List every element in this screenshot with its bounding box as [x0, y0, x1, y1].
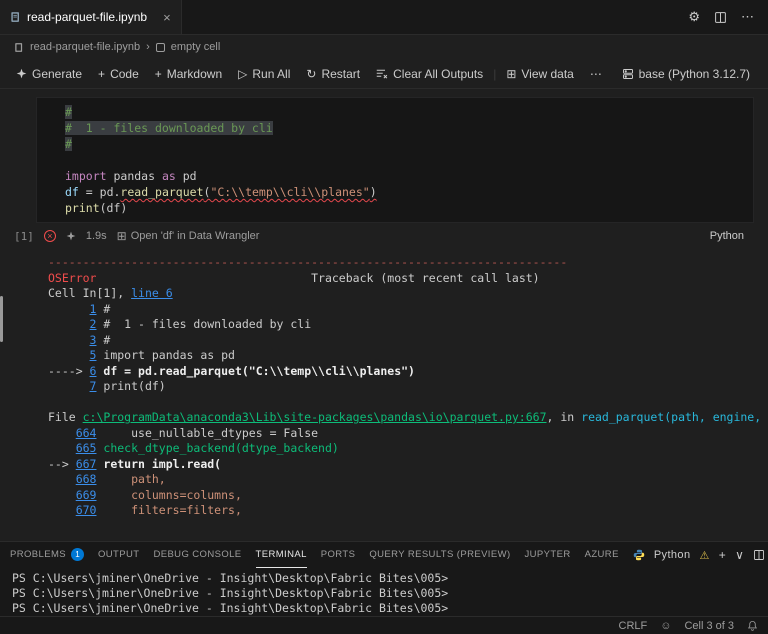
restart-icon: ↻ [306, 67, 316, 81]
notebook-editor: ## 1 - files downloaded by cli# import p… [0, 89, 768, 541]
python-terminal-icon[interactable] [633, 549, 645, 561]
toolbar-separator: | [491, 67, 498, 81]
tab-ports[interactable]: PORTS [321, 542, 356, 568]
cell-output-traceback: ----------------------------------------… [0, 247, 768, 519]
kernel-icon [622, 68, 634, 80]
new-terminal-icon[interactable]: + [719, 548, 726, 562]
add-markdown-button[interactable]: + Markdown [147, 67, 230, 81]
notifications-bell-icon[interactable] [747, 620, 758, 631]
terminal-name-label[interactable]: Python [654, 549, 691, 561]
cell-error-icon: × [44, 230, 56, 242]
editor-actions: ⚙ ⋯ [674, 0, 768, 34]
execution-count: [1] [14, 230, 34, 243]
tab-terminal[interactable]: TERMINAL [256, 542, 307, 568]
plus-icon: + [98, 67, 105, 81]
split-terminal-icon[interactable] [753, 549, 765, 561]
tab-read-parquet-file[interactable]: read-parquet-file.ipynb × [0, 0, 182, 34]
breadcrumb-item-file[interactable]: read-parquet-file.ipynb [30, 41, 140, 53]
feedback-smiley-icon[interactable]: ☺ [660, 620, 671, 632]
open-data-wrangler-button[interactable]: ⊞ Open 'df' in Data Wrangler [117, 229, 260, 243]
terminal-prompt-line: PS C:\Users\jminer\OneDrive - Insight\De… [12, 571, 768, 586]
breadcrumb: read-parquet-file.ipynb › empty cell [0, 35, 768, 59]
left-scroll-indicator[interactable] [0, 296, 3, 342]
table-grid-icon: ⊞ [506, 67, 516, 81]
problems-count-badge: 1 [71, 548, 84, 561]
terminal-content[interactable]: PS C:\Users\jminer\OneDrive - Insight\De… [0, 568, 768, 616]
cell-duration: 1.9s [86, 230, 107, 242]
clear-all-icon [376, 68, 388, 80]
chevron-right-icon: › [146, 41, 150, 53]
status-bar: CRLF ☺ Cell 3 of 3 [0, 616, 768, 634]
sparkle-icon [16, 68, 27, 79]
notebook-file-icon [10, 11, 21, 23]
table-grid-icon: ⊞ [117, 229, 127, 243]
cell-position-indicator[interactable]: Cell 3 of 3 [684, 620, 734, 632]
breadcrumb-file-icon [14, 42, 24, 53]
split-editor-icon[interactable] [714, 11, 727, 24]
cell-symbol-icon [156, 43, 165, 52]
tab-azure[interactable]: AZURE [585, 542, 619, 568]
kernel-picker[interactable]: base (Python 3.12.7) [622, 67, 760, 81]
panel-tab-bar: PROBLEMS 1 OUTPUT DEBUG CONSOLE TERMINAL… [0, 542, 768, 568]
bottom-panel: PROBLEMS 1 OUTPUT DEBUG CONSOLE TERMINAL… [0, 541, 768, 616]
notebook-toolbar: Generate + Code + Markdown ▷ Run All ↻ R… [0, 59, 768, 89]
view-data-button[interactable]: ⊞ View data [498, 67, 582, 81]
clear-all-outputs-button[interactable]: Clear All Outputs [368, 67, 491, 81]
terminal-prompt-line: PS C:\Users\jminer\OneDrive - Insight\De… [12, 601, 768, 616]
tab-query-results[interactable]: QUERY RESULTS (PREVIEW) [369, 542, 510, 568]
tab-title: read-parquet-file.ipynb [27, 10, 147, 24]
toolbar-more-icon[interactable]: ⋯ [582, 67, 610, 81]
warning-icon[interactable]: ⚠ [699, 549, 709, 562]
plus-icon: + [155, 67, 162, 81]
breadcrumb-item-cell[interactable]: empty cell [171, 41, 221, 53]
tab-problems[interactable]: PROBLEMS 1 [10, 542, 84, 568]
restart-button[interactable]: ↻ Restart [298, 67, 368, 81]
tab-close-icon[interactable]: × [163, 10, 171, 25]
terminal-actions: Python ⚠ + ∨ ⋯ ∧ × [633, 548, 768, 562]
generate-button[interactable]: Generate [8, 67, 90, 81]
add-code-button[interactable]: + Code [90, 67, 147, 81]
cell-status-bar: [1] × 1.9s ⊞ Open 'df' in Data Wrangler … [0, 223, 768, 247]
cell-language-label[interactable]: Python [710, 230, 744, 242]
run-all-button[interactable]: ▷ Run All [230, 67, 298, 81]
tab-debug-console[interactable]: DEBUG CONSOLE [153, 542, 241, 568]
eol-indicator[interactable]: CRLF [619, 620, 648, 632]
tab-jupyter[interactable]: JUPYTER [525, 542, 571, 568]
run-all-icon: ▷ [238, 67, 247, 81]
vscode-window: read-parquet-file.ipynb × ⚙ ⋯ read-parqu… [0, 0, 768, 634]
code-cell-content[interactable]: ## 1 - files downloaded by cli# import p… [65, 104, 745, 216]
gear-icon[interactable]: ⚙ [688, 9, 700, 25]
editor-tab-bar: read-parquet-file.ipynb × ⚙ ⋯ [0, 0, 768, 35]
tab-output[interactable]: OUTPUT [98, 542, 139, 568]
fix-with-ai-sparkle-icon[interactable] [66, 231, 76, 241]
terminal-prompt-line: PS C:\Users\jminer\OneDrive - Insight\De… [12, 586, 768, 601]
code-cell[interactable]: ## 1 - files downloaded by cli# import p… [36, 97, 754, 223]
terminal-dropdown-chevron-icon[interactable]: ∨ [735, 548, 744, 562]
more-actions-icon[interactable]: ⋯ [741, 9, 754, 25]
